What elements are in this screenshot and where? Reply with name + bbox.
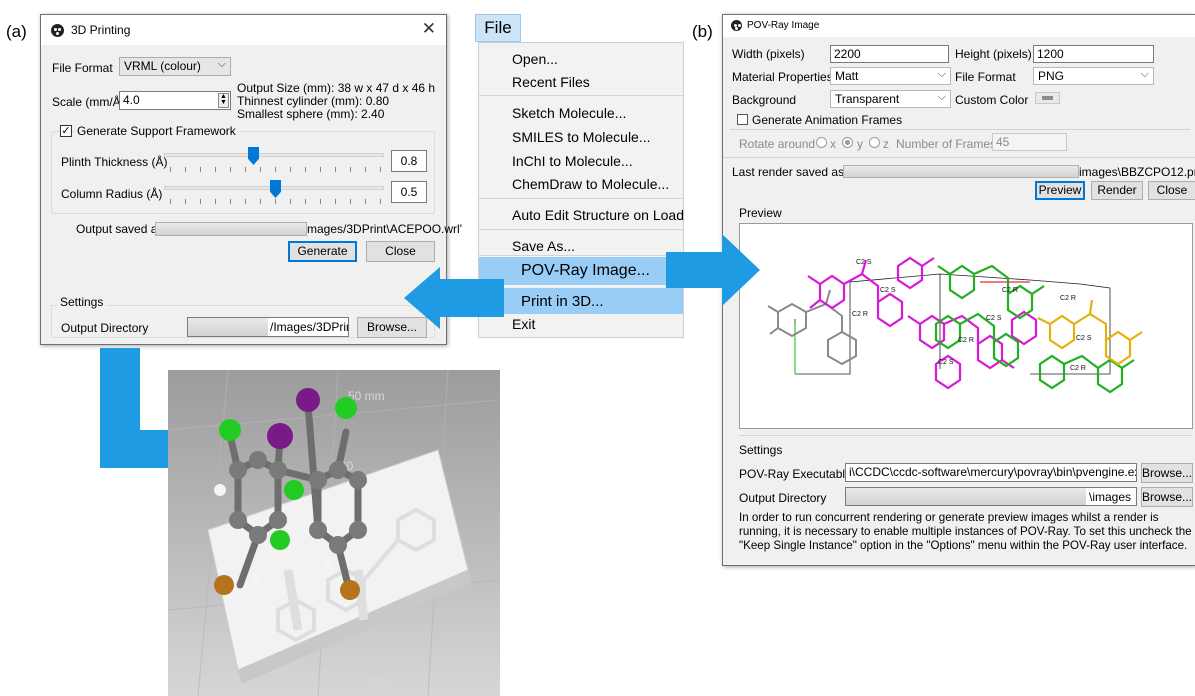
3d-model-scene: 50 mm 00 mm xyxy=(168,370,500,696)
scale-text-bottom: mm xyxy=(368,671,388,685)
arrow-to-povray xyxy=(666,234,760,306)
3d-model-render: 50 mm 00 mm xyxy=(168,370,500,696)
arrow-to-3d-printing xyxy=(404,267,504,329)
